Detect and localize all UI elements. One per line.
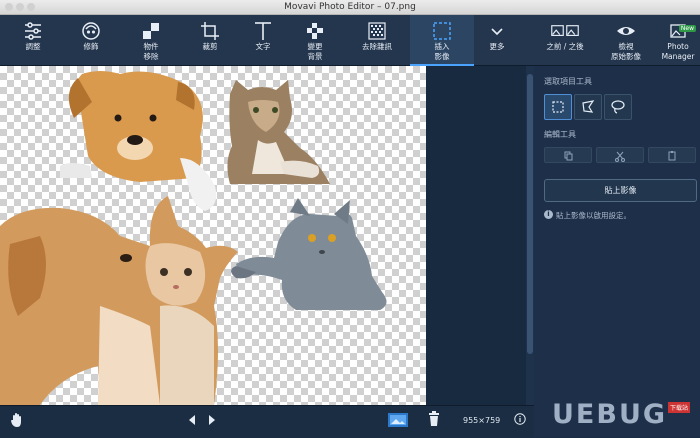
tool-text[interactable]: 文字 <box>234 15 292 65</box>
site-watermark: UEBUG 下载站 <box>552 397 700 437</box>
info-icon[interactable] <box>514 413 526 428</box>
polygon-select-button[interactable] <box>574 94 602 120</box>
noise-icon <box>368 22 386 40</box>
show-image-toggle[interactable] <box>387 411 409 432</box>
text-icon <box>255 22 271 40</box>
photo-manager-button[interactable]: New Photo Manager <box>656 15 700 65</box>
previous-image-icon[interactable] <box>187 414 197 429</box>
before-after-icon <box>551 25 579 36</box>
view-original-button[interactable]: 檢視 原始影像 <box>598 15 654 65</box>
tool-label: Photo Manager <box>661 42 695 61</box>
tool-retouch[interactable]: 修飾 <box>62 15 120 65</box>
tool-label: 物件 移除 <box>143 42 159 61</box>
tool-label: 文字 <box>255 42 271 51</box>
eraser-icon <box>143 23 159 39</box>
canvas-background-area <box>426 66 526 405</box>
tool-denoise[interactable]: 去除雜訊 <box>340 15 414 65</box>
cut-button[interactable] <box>596 147 644 163</box>
tool-label: 之前 / 之後 <box>546 42 584 51</box>
tool-change-background[interactable]: 變更 背景 <box>286 15 344 65</box>
trash-icon[interactable] <box>428 411 440 430</box>
edit-tools-heading: 編輯工具 <box>544 130 576 139</box>
rectangle-select-icon <box>552 101 564 113</box>
watermark-tag: 下载站 <box>668 402 691 413</box>
settings-panel: 選取項目工具 編輯工具 貼上影像 i 貼上影像以啟用設定。 <box>534 66 700 437</box>
main-toolbar: 調整 修飾 物件 移除 裁剪 文字 變更 背景 去除雜訊 插入 影像 更多 之前… <box>0 15 700 66</box>
tool-label: 更多 <box>489 42 505 51</box>
clipboard-icon <box>668 151 676 161</box>
cat-image <box>227 80 330 184</box>
chevron-down-icon <box>491 28 503 36</box>
before-after-button[interactable]: 之前 / 之後 <box>532 15 598 65</box>
paste-hint-text: 貼上影像以啟用設定。 <box>556 211 631 220</box>
image-dimensions: 955×759 <box>463 416 501 425</box>
tool-adjust[interactable]: 調整 <box>4 15 62 65</box>
tool-crop[interactable]: 裁剪 <box>181 15 239 65</box>
paste-small-button[interactable] <box>648 147 696 163</box>
vertical-scrollbar[interactable] <box>526 66 534 405</box>
image-canvas[interactable] <box>0 66 426 405</box>
paste-image-button[interactable]: 貼上影像 <box>544 179 697 202</box>
title-bar: Movavi Photo Editor – 07.png <box>0 0 700 15</box>
tool-more[interactable]: 更多 <box>474 15 520 65</box>
bottom-bar: 955×759 <box>0 405 534 438</box>
copy-icon <box>564 151 573 161</box>
scrollbar-thumb[interactable] <box>527 74 533 354</box>
tool-label: 檢視 原始影像 <box>611 42 641 61</box>
lasso-icon <box>611 100 625 114</box>
copy-button[interactable] <box>544 147 592 163</box>
insert-image-icon <box>433 22 451 40</box>
tool-label: 變更 背景 <box>307 42 323 61</box>
rect-select-button[interactable] <box>544 94 572 120</box>
background-icon <box>307 23 323 39</box>
next-image-icon[interactable] <box>207 414 217 429</box>
photo-content <box>0 71 387 405</box>
scissors-icon <box>615 151 625 162</box>
image-icon <box>388 413 408 427</box>
hand-tool-icon[interactable] <box>10 412 24 431</box>
tool-object-removal[interactable]: 物件 移除 <box>122 15 180 65</box>
info-icon: i <box>544 210 553 219</box>
new-badge: New <box>678 25 696 32</box>
puppy-kitten-image <box>0 196 238 405</box>
watermark-text: UEBUG <box>552 399 668 430</box>
polygon-lasso-icon <box>582 100 595 113</box>
eye-icon <box>617 27 635 35</box>
sliders-icon <box>25 22 41 40</box>
window-title: Movavi Photo Editor – 07.png <box>284 2 416 12</box>
tool-label: 插入 影像 <box>434 42 450 61</box>
face-icon <box>82 22 100 40</box>
tool-insert-image[interactable]: 插入 影像 <box>410 15 474 66</box>
tool-label: 裁剪 <box>202 42 218 51</box>
select-tools-heading: 選取項目工具 <box>544 77 592 86</box>
lasso-select-button[interactable] <box>604 94 632 120</box>
dog-image <box>60 71 217 211</box>
crop-icon <box>201 22 219 40</box>
gray-cat-image <box>231 198 387 310</box>
tool-label: 調整 <box>25 42 41 51</box>
tool-label: 修飾 <box>83 42 99 51</box>
tool-label: 去除雜訊 <box>362 42 392 51</box>
